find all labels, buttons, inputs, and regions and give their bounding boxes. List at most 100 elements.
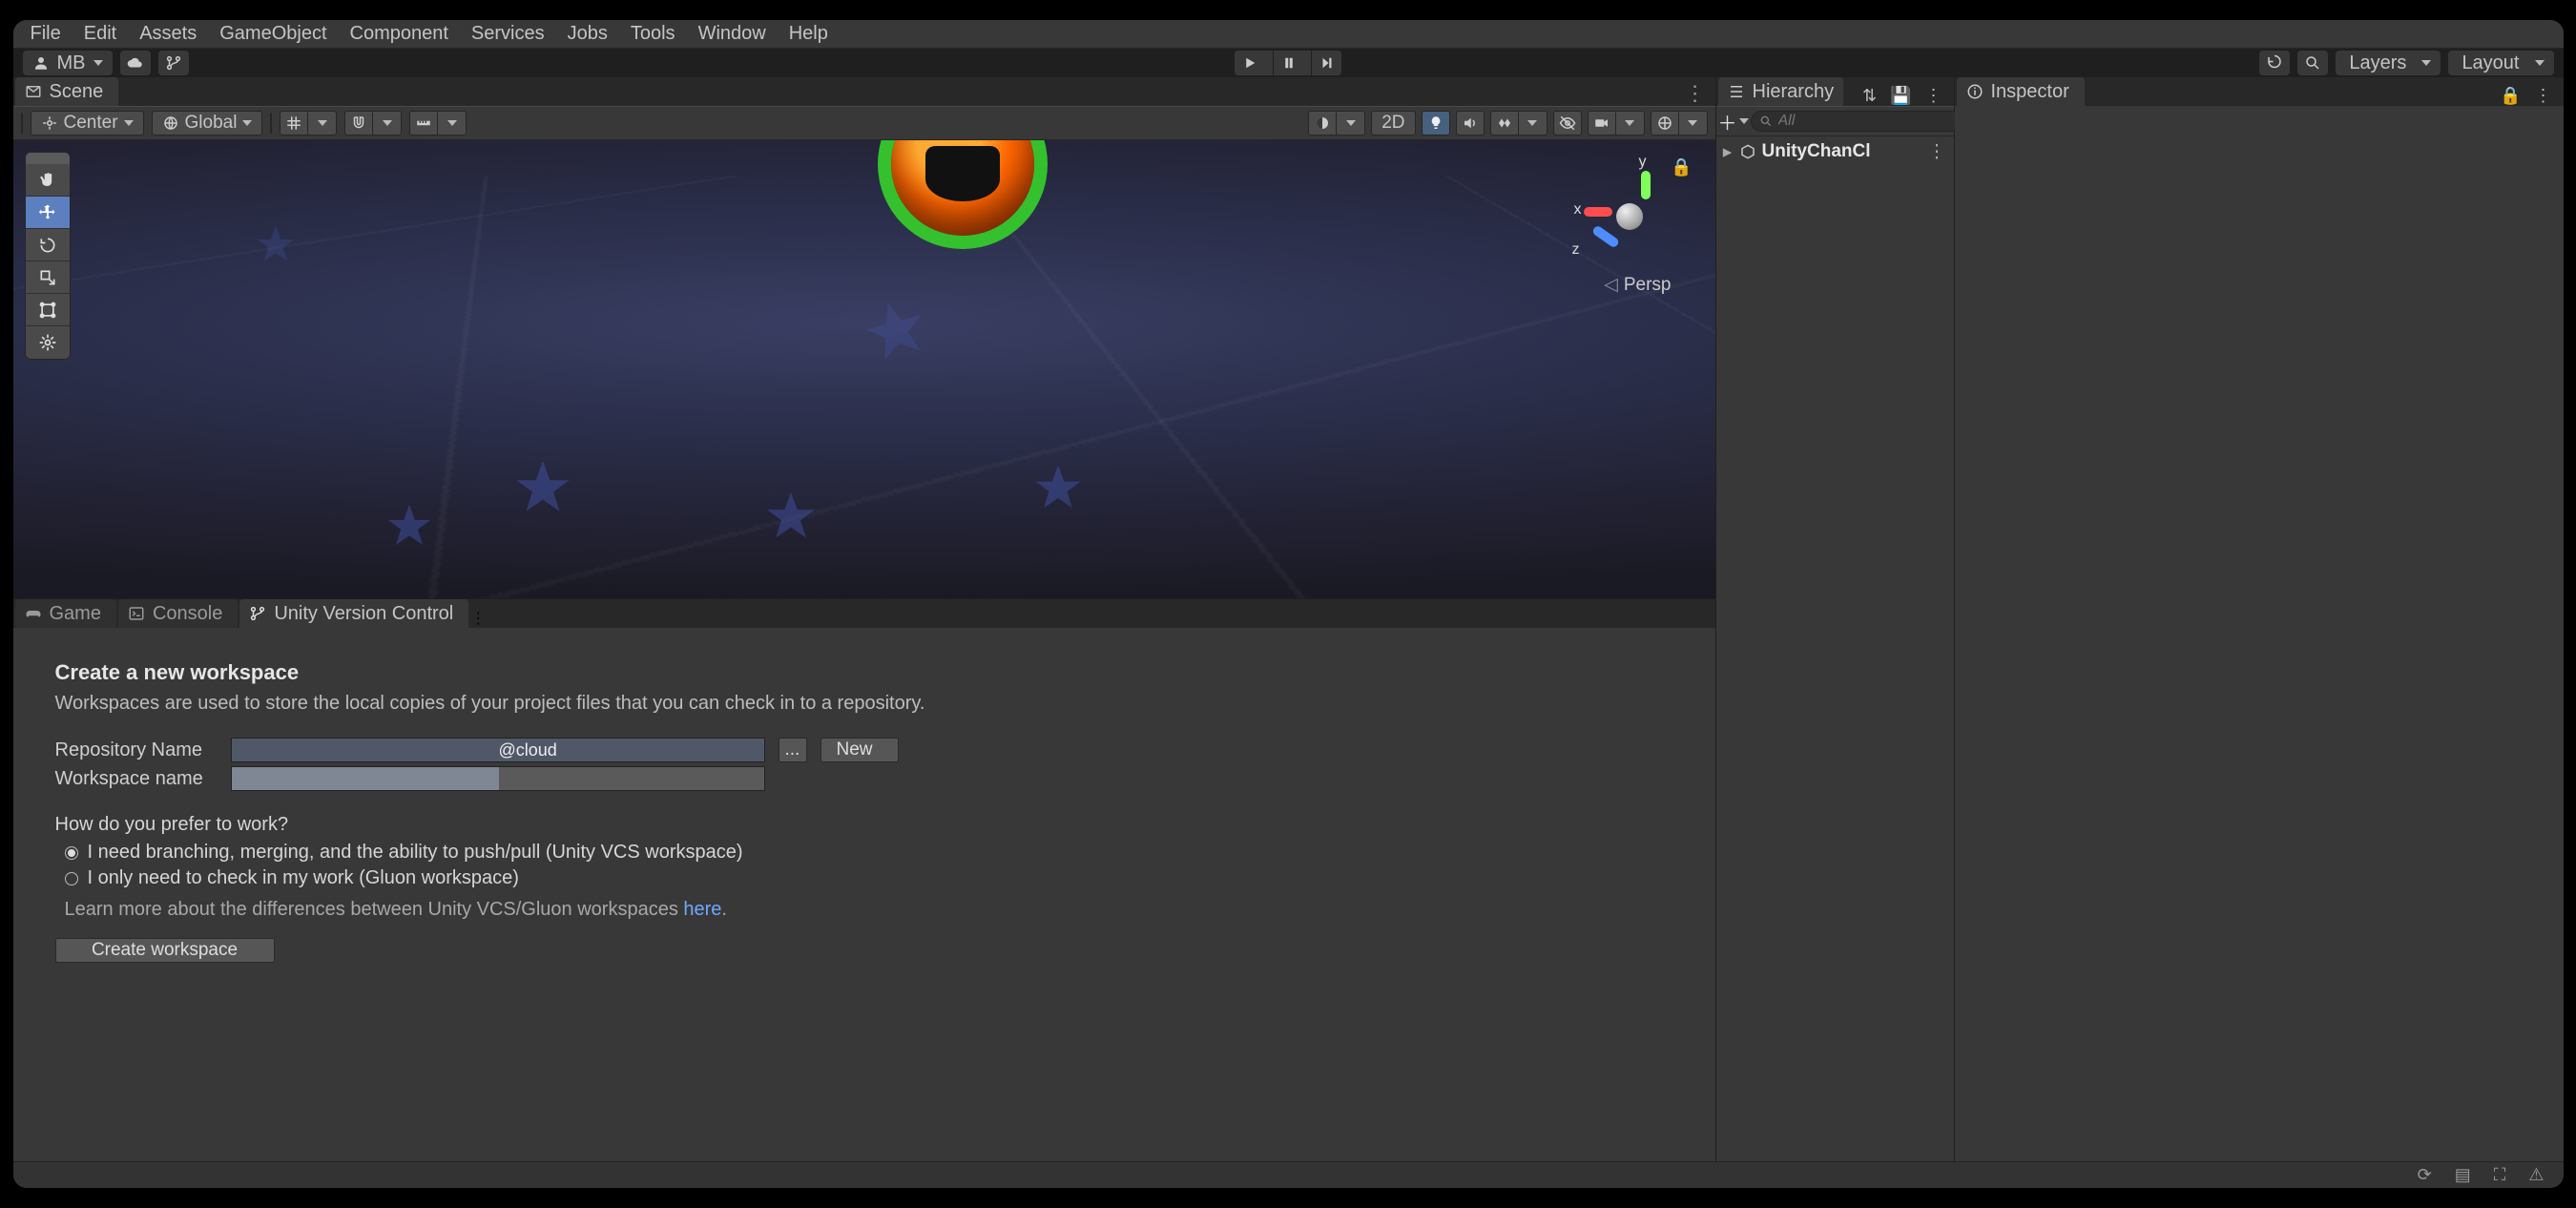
scene-fx-drop[interactable] [1519, 111, 1548, 135]
status-icon-2[interactable]: ▤ [2455, 1165, 2471, 1185]
projection-toggle[interactable]: ◁Persp [1604, 274, 1671, 296]
tab-uvc[interactable]: Unity Version Control [239, 599, 468, 628]
rect-tool[interactable] [26, 294, 70, 326]
tab-game[interactable]: Game [15, 599, 116, 628]
layout-dropdown[interactable]: Layout [2448, 51, 2553, 75]
layers-dropdown[interactable]: Layers [2336, 51, 2441, 75]
menu-services[interactable]: Services [460, 23, 556, 45]
menu-edit[interactable]: Edit [73, 23, 128, 45]
uvc-option-gluon[interactable]: I only need to check in my work (Gluon w… [65, 867, 1673, 889]
menu-gameobject[interactable]: GameObject [208, 23, 338, 45]
hand-tool[interactable] [26, 164, 70, 197]
menu-assets[interactable]: Assets [128, 23, 208, 45]
grid-visibility[interactable] [280, 111, 308, 135]
uvc-option-vcs[interactable]: I need branching, merging, and the abili… [65, 842, 1673, 864]
cloud-button[interactable] [120, 51, 151, 75]
tab-hierarchy[interactable]: Hierarchy [1718, 77, 1844, 106]
global-search-button[interactable] [2297, 51, 2328, 75]
menu-window[interactable]: Window [687, 23, 778, 45]
gizmo-y-axis[interactable] [1641, 171, 1651, 199]
gizmo-core[interactable] [1616, 203, 1643, 230]
hierarchy-menu-button[interactable]: ⋮ [1920, 86, 1948, 106]
ruler-icon [415, 115, 432, 132]
increment-snap[interactable] [409, 111, 438, 135]
tab-inspector[interactable]: Inspector [1957, 77, 2085, 106]
play-button[interactable] [1235, 51, 1265, 75]
gizmo-y-label: y [1639, 154, 1647, 171]
account-dropdown[interactable]: MB [23, 51, 113, 75]
snap-toggle[interactable] [344, 111, 373, 135]
menu-component[interactable]: Component [339, 23, 460, 45]
hierarchy-search-input[interactable] [1778, 113, 1977, 130]
floor-star-decal [760, 488, 821, 548]
draw-mode-drop[interactable] [1337, 111, 1365, 135]
status-icon-3[interactable]: ⛶ [2494, 1165, 2506, 1185]
uvc-subtitle: Workspaces are used to store the local c… [55, 693, 1673, 715]
hierarchy-row-menu[interactable]: ⋮ [1926, 141, 1948, 163]
snap-drop[interactable] [373, 111, 402, 135]
menu-file[interactable]: File [19, 23, 73, 45]
scene-visibility[interactable] [1553, 111, 1582, 135]
gizmo-x-axis[interactable] [1584, 207, 1612, 217]
layers-label: Layers [2349, 52, 2406, 74]
chevron-down-icon [242, 120, 252, 126]
repo-new-button[interactable]: New [821, 738, 899, 762]
version-control-button[interactable] [158, 51, 189, 75]
step-button[interactable] [1311, 51, 1341, 75]
rotate-tool[interactable] [26, 229, 70, 261]
scene-camera-drop[interactable] [1616, 111, 1645, 135]
pause-button[interactable] [1273, 51, 1303, 75]
hierarchy-save-button[interactable]: 💾 [1884, 86, 1917, 106]
tool-column-handle[interactable] [26, 153, 70, 164]
bottom-tab-menu[interactable]: ⋮ [470, 609, 486, 628]
undo-history-button[interactable] [2259, 51, 2290, 75]
gizmos-toggle[interactable] [1651, 111, 1679, 135]
menu-tools[interactable]: Tools [619, 23, 687, 45]
status-icon-4[interactable]: ⚠ [2528, 1165, 2544, 1185]
repo-browse-button[interactable]: ... [779, 738, 807, 762]
history-icon [2266, 54, 2283, 72]
move-tool[interactable] [26, 197, 70, 229]
hierarchy-icon [1728, 83, 1745, 100]
space-toggle[interactable]: Global [152, 111, 263, 135]
grid-visibility-drop[interactable] [308, 111, 337, 135]
hierarchy-sort-button[interactable]: ⇅ [1857, 86, 1882, 106]
menu-jobs[interactable]: Jobs [556, 23, 619, 45]
uvc-option-vcs-label: I need branching, merging, and the abili… [88, 842, 743, 864]
transform-tool[interactable] [26, 326, 70, 359]
chevron-down-icon [93, 60, 103, 66]
unity-scene-icon [1739, 143, 1756, 160]
bottom-panel: Game Console Unity Version Control ⋮ Cre… [13, 598, 1715, 1161]
tab-scene[interactable]: Scene [15, 77, 119, 106]
tab-console[interactable]: Console [118, 599, 238, 628]
hierarchy-tree[interactable]: ▸ UnityChanCl ⋮ [1716, 136, 1954, 1161]
scene-audio[interactable] [1456, 111, 1485, 135]
scene-lighting[interactable] [1422, 111, 1450, 135]
inspector-menu-button[interactable]: ⋮ [2529, 86, 2558, 106]
gamepad-icon [25, 605, 42, 622]
increment-snap-drop[interactable] [438, 111, 467, 135]
pivot-toggle[interactable]: Center [31, 111, 144, 135]
hierarchy-root-row[interactable]: ▸ UnityChanCl ⋮ [1722, 140, 1948, 163]
scene-camera[interactable] [1588, 111, 1616, 135]
gizmos-drop[interactable] [1679, 111, 1708, 135]
orientation-gizmo[interactable]: x y z [1582, 169, 1677, 264]
scene-viewport[interactable]: 🔒 x y z ◁Persp [13, 140, 1715, 598]
scene-fx[interactable] [1490, 111, 1519, 135]
status-icon-1[interactable]: ⟳ [2418, 1165, 2432, 1185]
create-workspace-button[interactable]: Create workspace [55, 938, 275, 963]
gizmo-z-axis[interactable] [1590, 224, 1619, 248]
repo-name-input[interactable] [231, 738, 765, 762]
hierarchy-create-button[interactable]: ＋ [1722, 111, 1745, 132]
toggle-2d[interactable]: 2D [1371, 111, 1415, 135]
search-icon [1759, 115, 1773, 128]
scene-tab-menu[interactable]: ⋮ [1675, 81, 1715, 106]
floor-star-decal [383, 500, 436, 553]
uvc-info-link[interactable]: here [683, 899, 721, 920]
draw-mode[interactable] [1308, 111, 1337, 135]
inspector-lock-button[interactable]: 🔒 [2494, 86, 2526, 106]
menu-help[interactable]: Help [778, 23, 840, 45]
scale-tool[interactable] [26, 261, 70, 294]
workspace-name-input[interactable] [231, 766, 765, 791]
expand-arrow-icon[interactable]: ▸ [1722, 141, 1734, 163]
